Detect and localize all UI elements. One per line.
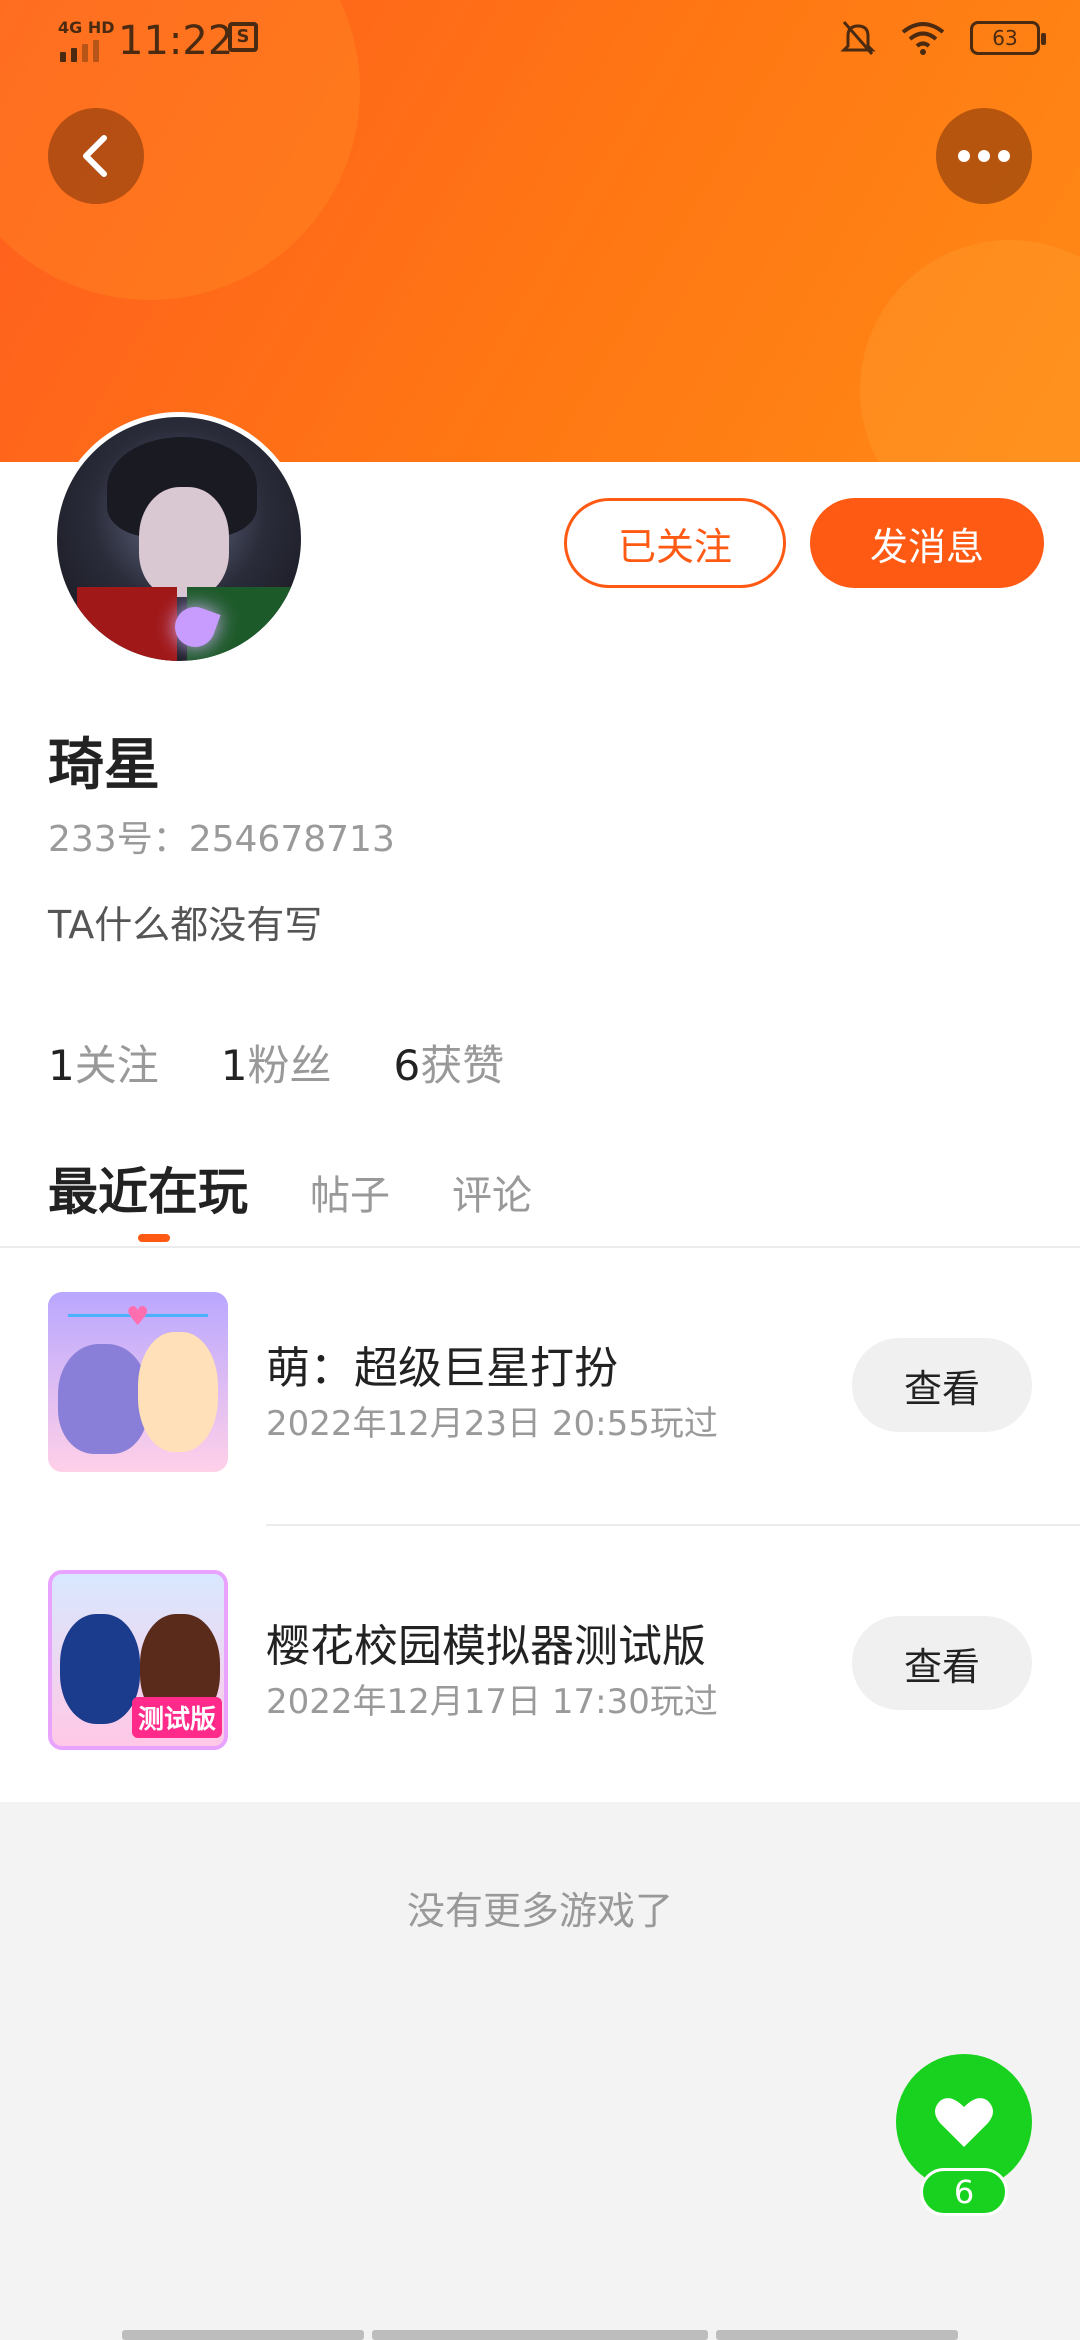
- tab-posts[interactable]: 帖子: [310, 1163, 390, 1221]
- stat-number: 6: [393, 1041, 421, 1090]
- sim-icon: S: [228, 22, 258, 52]
- game-played-time: 2022年12月23日 20:55玩过: [266, 1404, 718, 1444]
- tab-comments[interactable]: 评论: [452, 1163, 532, 1221]
- nav-bar-hint: [372, 2330, 708, 2340]
- stat-number: 1: [48, 1041, 75, 1090]
- stat-number: 1: [220, 1041, 248, 1090]
- list-item[interactable]: 测试版 樱花校园模拟器测试版 2022年12月17日 17:30玩过 查看: [0, 1570, 1080, 1770]
- stat-following[interactable]: 1关注: [48, 1032, 159, 1093]
- profile-stats: 1关注 1粉丝 6获赞: [48, 1032, 504, 1093]
- banner-decoration: [860, 240, 1080, 462]
- heart-icon: [935, 2098, 993, 2147]
- stat-likes[interactable]: 6获赞: [394, 1032, 505, 1093]
- avatar[interactable]: [52, 412, 306, 666]
- clock: 11:22: [118, 18, 234, 64]
- game-title: 樱花校园模拟器测试版: [266, 1621, 706, 1672]
- nav-bar-hint: [122, 2330, 364, 2340]
- game-played-time: 2022年12月17日 17:30玩过: [266, 1682, 718, 1722]
- wifi-icon: [901, 22, 945, 55]
- game-icon-tag: 测试版: [131, 1697, 222, 1738]
- view-game-button[interactable]: 查看: [852, 1338, 1032, 1432]
- profile-panel: 已关注 发消息 琦星 233号：254678713 TA什么都没有写 1关注 1…: [0, 412, 1080, 1802]
- username: 琦星: [48, 733, 160, 798]
- game-title: 萌：超级巨星打扮: [266, 1343, 618, 1394]
- like-count-badge: 6: [920, 2168, 1008, 2216]
- stat-label: 关注: [74, 1041, 159, 1090]
- battery-icon: 63: [970, 21, 1046, 55]
- user-bio: TA什么都没有写: [48, 903, 323, 947]
- divider: [266, 1524, 1080, 1526]
- network-type: 4G HD: [58, 18, 115, 37]
- chevron-left-icon: [83, 135, 107, 177]
- divider: [0, 1246, 1080, 1248]
- more-dots-icon: [958, 150, 1010, 162]
- nav-bar-hint: [716, 2330, 958, 2340]
- stat-label: 粉丝: [247, 1041, 332, 1090]
- list-item[interactable]: ♥ 萌：超级巨星打扮 2022年12月23日 20:55玩过 查看: [0, 1292, 1080, 1492]
- signal-icon: [60, 40, 99, 62]
- status-bar: 4G HD 11:22 S 63: [0, 0, 1080, 84]
- stat-label: 获赞: [420, 1041, 505, 1090]
- tab-recent-games[interactable]: 最近在玩: [48, 1152, 248, 1242]
- game-icon: 测试版: [48, 1570, 228, 1750]
- user-id: 233号：254678713: [48, 819, 395, 860]
- back-button[interactable]: [48, 108, 144, 204]
- status-icons: 63: [840, 18, 1046, 58]
- more-options-button[interactable]: [936, 108, 1032, 204]
- profile-tabs: 最近在玩 帖子 评论: [48, 1152, 532, 1242]
- game-icon: ♥: [48, 1292, 228, 1472]
- stat-followers[interactable]: 1粉丝: [221, 1032, 332, 1093]
- mute-bell-icon: [840, 21, 876, 55]
- no-more-games-text: 没有更多游戏了: [406, 1889, 673, 1933]
- followed-button[interactable]: 已关注: [564, 498, 786, 588]
- send-message-button[interactable]: 发消息: [810, 498, 1044, 588]
- view-game-button[interactable]: 查看: [852, 1616, 1032, 1710]
